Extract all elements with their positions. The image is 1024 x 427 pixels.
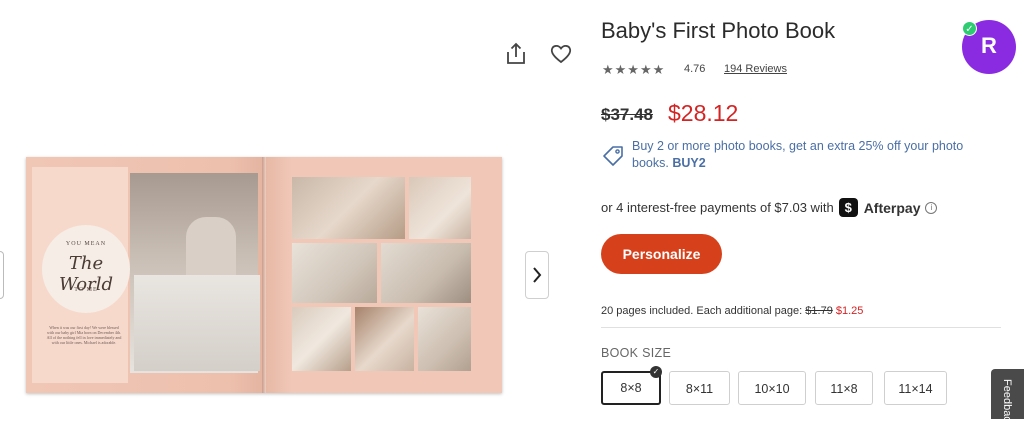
size-option-11x14[interactable]: 11×14	[884, 371, 947, 405]
hospital-photo-bed	[134, 275, 260, 371]
selected-check-icon: ✓	[650, 366, 662, 378]
book-left-page: YOU MEAN The World TO ME When it was our…	[26, 157, 264, 393]
photo-tile	[292, 243, 377, 303]
size-option-10x10[interactable]: 10×10	[738, 371, 806, 405]
pages-text: 20 pages included. Each additional page:	[601, 305, 803, 317]
size-option-11x8[interactable]: 11×8	[815, 371, 873, 405]
next-image-button[interactable]	[525, 251, 549, 299]
extension-check-icon: ✓	[962, 21, 977, 36]
original-price: $37.48	[601, 105, 653, 124]
feedback-tab[interactable]: Feedback	[991, 369, 1024, 427]
afterpay-text: or 4 interest-free payments of $7.03 wit…	[601, 200, 834, 215]
personalize-button[interactable]: Personalize	[601, 234, 722, 274]
chevron-right-icon	[533, 267, 542, 283]
page-original-price: $1.79	[805, 305, 833, 317]
info-icon[interactable]: i	[925, 201, 938, 214]
tag-icon	[602, 145, 624, 167]
divider	[601, 327, 1001, 328]
title-circle: YOU MEAN The World TO ME	[42, 225, 130, 313]
circle-bottom-text: TO ME	[74, 287, 98, 293]
afterpay-name: Afterpay	[863, 199, 921, 216]
photo-tile	[381, 243, 471, 303]
book-size-label: BOOK SIZE	[601, 346, 672, 360]
previous-image-button[interactable]	[0, 251, 4, 299]
photo-tile	[292, 177, 405, 239]
photo-tile	[292, 307, 351, 371]
share-button[interactable]	[503, 41, 529, 67]
page-sale-price: $1.25	[835, 305, 864, 317]
feedback-label: Feedback	[1001, 379, 1013, 427]
photo-tile	[418, 307, 471, 371]
circle-top-text: YOU MEAN	[65, 241, 107, 247]
photo-tile	[355, 307, 414, 371]
size-option-8x11[interactable]: 8×11	[669, 371, 730, 405]
heart-icon	[550, 45, 572, 64]
afterpay-message: or 4 interest-free payments of $7.03 wit…	[601, 198, 938, 217]
book-preview-image[interactable]: YOU MEAN The World TO ME When it was our…	[26, 157, 502, 393]
extension-letter: R	[981, 33, 997, 58]
afterpay-logo-icon: $	[838, 198, 858, 217]
book-right-page	[264, 157, 502, 393]
book-spine	[262, 157, 266, 393]
favorite-button[interactable]	[548, 41, 574, 67]
reviews-link[interactable]: 194 Reviews	[724, 63, 787, 75]
product-title: Baby's First Photo Book	[601, 18, 836, 43]
sale-price: $28.12	[668, 100, 739, 126]
pages-info: 20 pages included. Each additional page:…	[601, 305, 863, 317]
book-caption: When it was our first day! We were bless…	[46, 325, 122, 345]
promo-code: BUY2	[672, 156, 706, 170]
rating-stars: ★★★★★	[602, 62, 666, 77]
share-icon	[507, 42, 525, 64]
photo-tile	[409, 177, 471, 239]
rating-value: 4.76	[684, 63, 706, 75]
promo-message: Buy 2 or more photo books, get an extra …	[632, 138, 992, 172]
